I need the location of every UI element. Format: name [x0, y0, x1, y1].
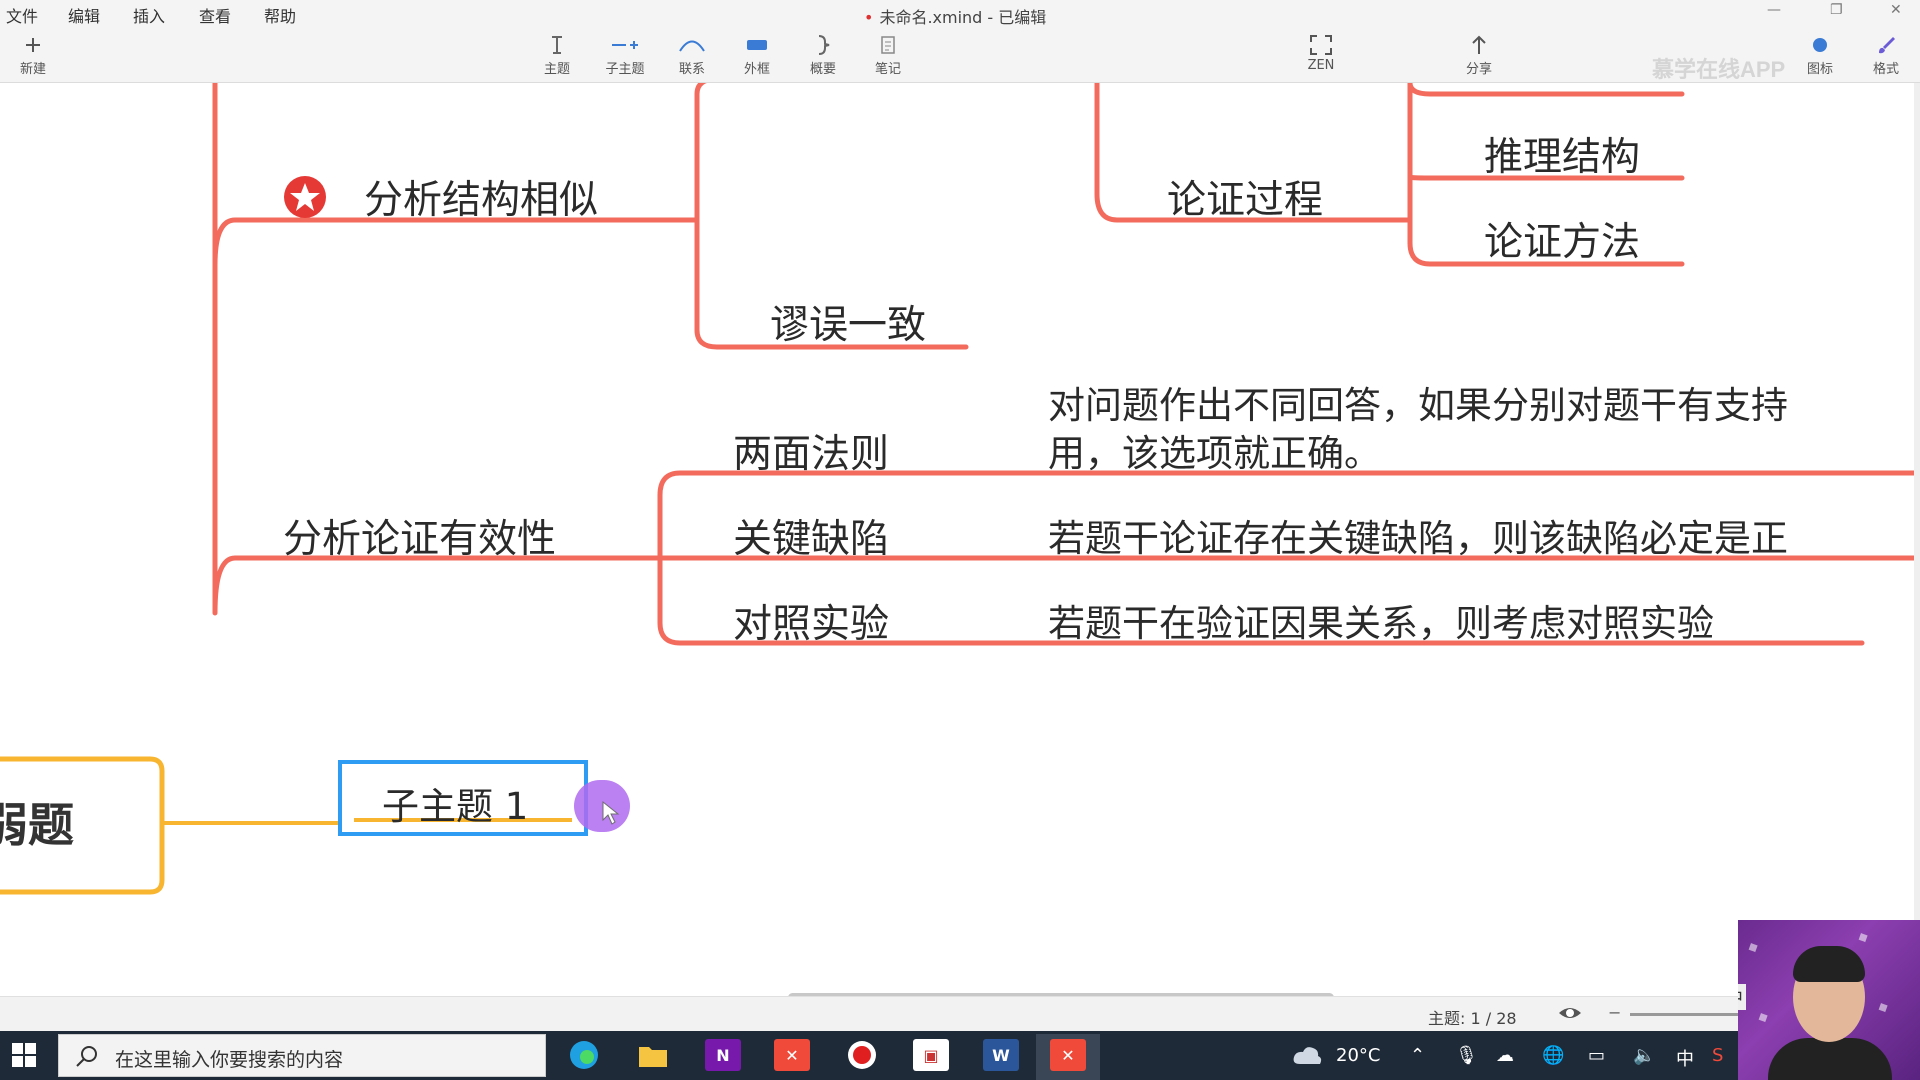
- word-icon[interactable]: W: [983, 1039, 1019, 1071]
- presenter-webcam-overlay: ◆ ◆ ◆ ◆ 中: [1738, 920, 1920, 1080]
- menu-edit[interactable]: 编辑: [68, 3, 100, 27]
- brush-icon: [1856, 32, 1916, 58]
- search-placeholder: 在这里输入你要搜索的内容: [115, 1049, 344, 1071]
- topic-button[interactable]: 主题: [527, 32, 587, 77]
- webcam-pattern-mark: ◆: [1755, 1008, 1771, 1027]
- network-globe-icon[interactable]: 🌐: [1542, 1045, 1564, 1066]
- format-panel-button[interactable]: 格式: [1856, 32, 1916, 77]
- volume-icon[interactable]: 🔈: [1633, 1045, 1655, 1066]
- xmind-active-icon[interactable]: ✕: [1050, 1039, 1086, 1071]
- boundary-button[interactable]: 外框: [727, 32, 787, 77]
- file-explorer-icon[interactable]: [635, 1039, 671, 1071]
- weather-cloud-icon[interactable]: [1292, 1044, 1322, 1070]
- subtopic-selected[interactable]: 子主题 1: [338, 760, 588, 836]
- sticker-icon: [1790, 32, 1850, 58]
- zoom-out-button[interactable]: −: [1608, 1003, 1621, 1022]
- menu-bar: 文件 编辑 插入 查看 帮助 • 未命名.xmind - 已编辑 — ❐ ✕: [0, 0, 1920, 28]
- document-title: • 未命名.xmind - 已编辑: [864, 8, 1047, 27]
- taskbar-search-box[interactable]: 在这里输入你要搜索的内容: [58, 1034, 546, 1077]
- notes-icon: [858, 32, 918, 58]
- topic-count: 主题: 1 / 28: [1428, 1009, 1517, 1028]
- topic-reasoning-structure[interactable]: 推理结构: [1484, 126, 1640, 182]
- minimize-button[interactable]: —: [1767, 2, 1781, 18]
- zen-button[interactable]: ZEN: [1291, 32, 1351, 73]
- onenote-icon[interactable]: N: [705, 1039, 741, 1071]
- topic-argument-method[interactable]: 论证方法: [1484, 211, 1640, 267]
- webcam-pattern-mark: ◆: [1745, 938, 1761, 957]
- relationship-icon: [662, 32, 722, 58]
- status-bar: 主题: 1 / 28 −: [0, 996, 1920, 1031]
- battery-icon[interactable]: ▭: [1588, 1045, 1605, 1066]
- presenter-shirt: [1768, 1038, 1892, 1080]
- close-button[interactable]: ✕: [1890, 2, 1902, 18]
- share-button[interactable]: 分享: [1449, 32, 1509, 77]
- webcam-pattern-mark: ◆: [1875, 998, 1891, 1017]
- cursor-highlight: [574, 780, 630, 832]
- boundary-icon: [727, 32, 787, 58]
- input-method-logo-icon[interactable]: S: [1712, 1045, 1723, 1066]
- slides-app-icon[interactable]: ▣: [913, 1039, 949, 1071]
- vertical-scrollbar[interactable]: [1914, 83, 1920, 983]
- xmind-icon[interactable]: ✕: [774, 1039, 810, 1071]
- subtopic-button[interactable]: 子主题: [595, 32, 655, 77]
- topic-icon: [527, 32, 587, 58]
- toolbar: 新建 主题 子主题 联系 外框 概要 笔记 ZEN 分享 图标 格式 慕学在线A…: [0, 28, 1920, 83]
- topic-control-experiment[interactable]: 对照实验: [733, 593, 889, 649]
- mindmap-canvas[interactable]: 分析结构相似 谬误一致 论证过程 推理结构 论证方法 分析论证有效性 两面法则 …: [0, 83, 1920, 1002]
- icon-panel-button[interactable]: 图标: [1790, 32, 1850, 77]
- windows-start-icon[interactable]: [12, 1043, 36, 1071]
- star-priority-icon[interactable]: [283, 175, 327, 223]
- screen-recorder-icon[interactable]: [844, 1039, 880, 1071]
- edge-browser-icon[interactable]: [566, 1039, 602, 1071]
- central-topic[interactable]: 弱题: [0, 789, 74, 855]
- topic-two-sides-desc-line1[interactable]: 对问题作出不同回答，如果分别对题干有支持: [1048, 375, 1788, 429]
- webcam-ime-indicator: 中: [1738, 984, 1746, 1010]
- weather-temperature[interactable]: 20°C: [1336, 1045, 1380, 1066]
- topic-analyze-structure[interactable]: 分析结构相似: [364, 169, 598, 225]
- microphone-icon[interactable]: 🎙: [1455, 1045, 1478, 1066]
- topic-key-defect[interactable]: 关键缺陷: [733, 508, 889, 564]
- ime-indicator[interactable]: 中: [1676, 1045, 1694, 1071]
- presenter-hair: [1793, 946, 1865, 982]
- mouse-cursor-icon: [602, 800, 620, 825]
- cloud-sync-icon[interactable]: ☁: [1496, 1045, 1514, 1066]
- menu-view[interactable]: 查看: [199, 3, 231, 27]
- topic-fallacy-consistent[interactable]: 谬误一致: [770, 294, 926, 350]
- subtopic-label: 子主题 1: [382, 785, 529, 828]
- summary-icon: [793, 32, 853, 58]
- relationship-button[interactable]: 联系: [662, 32, 722, 77]
- new-button[interactable]: 新建: [3, 32, 63, 77]
- eye-icon[interactable]: [1557, 1003, 1583, 1027]
- watermark-logo: 慕学在线APP: [1652, 57, 1786, 82]
- tray-overflow-chevron-icon[interactable]: ⌃: [1410, 1045, 1425, 1066]
- fullscreen-icon: [1291, 32, 1351, 58]
- search-icon: [75, 1044, 99, 1072]
- notes-button[interactable]: 笔记: [858, 32, 918, 77]
- plus-icon: [3, 32, 63, 58]
- topic-two-sides-desc-line2[interactable]: 用，该选项就正确。: [1048, 423, 1381, 477]
- topic-key-defect-desc[interactable]: 若题干论证存在关键缺陷，则该缺陷必定是正: [1048, 508, 1788, 562]
- maximize-button[interactable]: ❐: [1830, 2, 1843, 18]
- webcam-pattern-mark: ◆: [1855, 928, 1871, 947]
- topic-two-sides-rule[interactable]: 两面法则: [733, 423, 889, 479]
- menu-help[interactable]: 帮助: [264, 3, 296, 27]
- subtopic-icon: [595, 32, 655, 58]
- topic-control-experiment-desc[interactable]: 若题干在验证因果关系，则考虑对照实验: [1048, 593, 1714, 647]
- menu-file[interactable]: 文件: [6, 3, 38, 27]
- menu-insert[interactable]: 插入: [133, 3, 165, 27]
- topic-analyze-validity[interactable]: 分析论证有效性: [283, 508, 556, 564]
- share-icon: [1449, 32, 1509, 58]
- summary-button[interactable]: 概要: [793, 32, 853, 77]
- windows-taskbar: 在这里输入你要搜索的内容 N ✕ ▣ W ✕ 20°C ⌃ 🎙 ☁ 🌐 ▭ 🔈 …: [0, 1031, 1920, 1080]
- topic-argument-process[interactable]: 论证过程: [1167, 169, 1323, 225]
